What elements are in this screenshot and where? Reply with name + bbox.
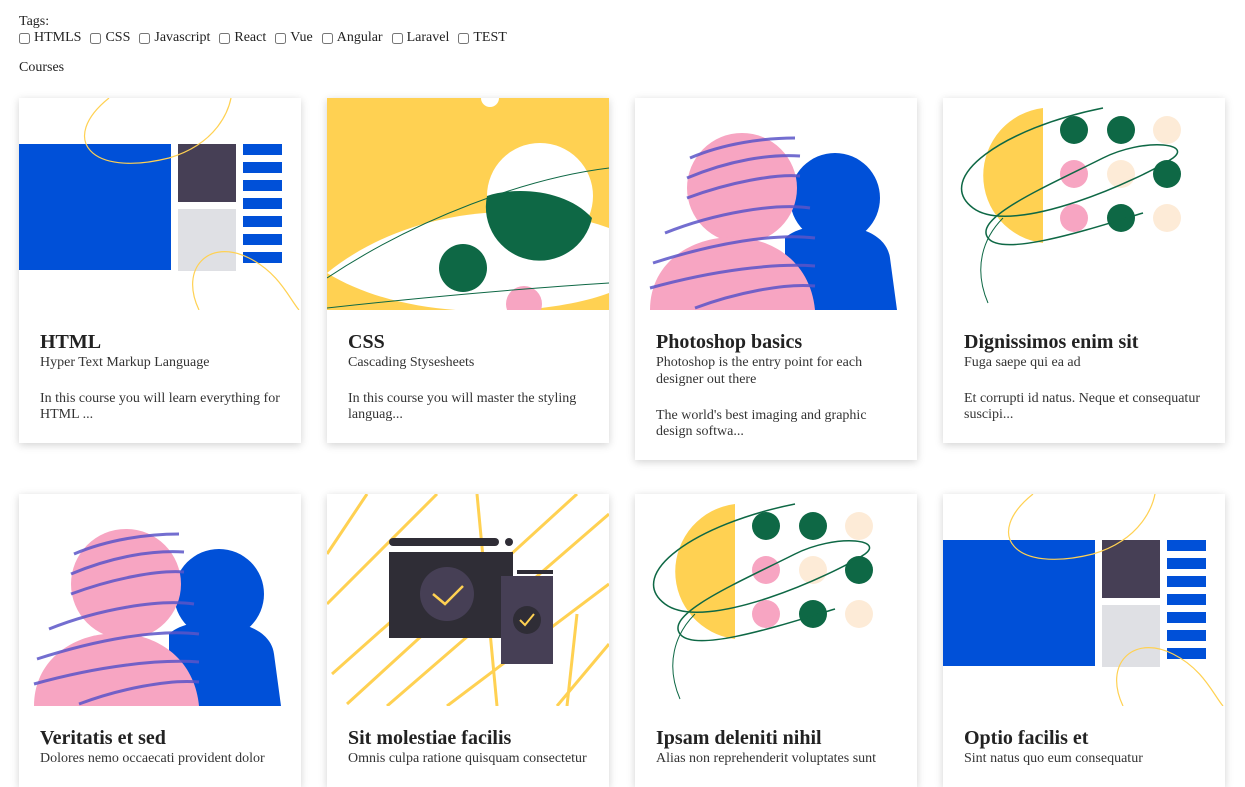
course-card[interactable]: CSS Cascading Stysesheets In this course… — [327, 98, 609, 443]
tag-angular[interactable]: Angular — [321, 30, 383, 46]
tag-vue[interactable]: Vue — [275, 30, 313, 46]
course-illustration-eye — [327, 98, 609, 310]
tag-label: Javascript — [154, 30, 211, 45]
tag-react-checkbox[interactable] — [219, 32, 231, 44]
course-card[interactable]: Sit molestiae facilis Omnis culpa ration… — [327, 494, 609, 787]
course-title: HTML — [40, 331, 102, 353]
course-subtitle: Fuga saepe qui ea ad — [964, 355, 1081, 370]
tag-react[interactable]: React — [219, 30, 266, 46]
course-card[interactable]: HTML Hyper Text Markup Language In this … — [19, 98, 301, 443]
course-description: In this course you will master the styli… — [348, 391, 577, 422]
tag-label: React — [234, 30, 267, 45]
course-illustration-dots — [943, 98, 1225, 310]
course-title: Veritatis et sed — [40, 727, 166, 749]
course-illustration-devices — [327, 494, 609, 706]
tag-test-checkbox[interactable] — [458, 32, 470, 44]
tag-filter-list: HTMLS CSS Javascript React Vue Angular L… — [19, 30, 516, 46]
tag-htmls-checkbox[interactable] — [19, 32, 30, 44]
course-subtitle: Dolores nemo occaecati provident dolor — [40, 751, 265, 766]
tag-label: Vue — [290, 30, 313, 45]
course-card[interactable]: Ipsam deleniti nihil Alias non reprehend… — [635, 494, 917, 787]
tag-test[interactable]: TEST — [458, 30, 507, 46]
course-subtitle: Alias non reprehenderit voluptates sunt — [656, 751, 877, 766]
course-illustration-people — [635, 98, 917, 310]
tag-angular-checkbox[interactable] — [321, 32, 333, 44]
tag-htmls[interactable]: HTMLS — [19, 30, 81, 46]
course-illustration-dots — [635, 494, 917, 706]
course-card[interactable]: Veritatis et sed Dolores nemo occaecati … — [19, 494, 301, 787]
course-illustration-blocks — [943, 494, 1225, 706]
tag-label: Angular — [336, 30, 383, 45]
course-title: Dignissimos enim sit — [964, 331, 1139, 353]
course-subtitle: Omnis culpa ratione quisquam consectetur — [348, 751, 587, 766]
course-title: Sit molestiae facilis — [348, 727, 512, 749]
course-title: Optio facilis et — [964, 727, 1089, 749]
tag-label: HTMLS — [34, 30, 82, 45]
tag-laravel[interactable]: Laravel — [391, 30, 450, 46]
course-subtitle: Sint natus quo eum consequatur — [964, 751, 1143, 766]
course-subtitle: Hyper Text Markup Language — [40, 355, 210, 370]
course-illustration-people — [19, 494, 301, 706]
tag-laravel-checkbox[interactable] — [391, 32, 403, 44]
course-description: The world's best imaging and graphic des… — [656, 408, 867, 439]
tag-vue-checkbox[interactable] — [275, 32, 287, 44]
tag-javascript[interactable]: Javascript — [139, 30, 210, 46]
course-title: Photoshop basics — [656, 331, 803, 353]
tag-label: CSS — [105, 30, 131, 45]
tag-label: Laravel — [406, 30, 450, 45]
course-title: CSS — [348, 331, 385, 353]
course-card[interactable]: Optio facilis et Sint natus quo eum cons… — [943, 494, 1225, 787]
courses-heading: Courses — [19, 60, 65, 75]
tags-label: Tags: — [19, 14, 50, 29]
course-card[interactable]: Dignissimos enim sit Fuga saepe qui ea a… — [943, 98, 1225, 443]
tag-css[interactable]: CSS — [90, 30, 130, 46]
tag-css-checkbox[interactable] — [90, 32, 102, 44]
course-card[interactable]: Photoshop basics Photoshop is the entry … — [635, 98, 917, 460]
course-description: In this course you will learn everything… — [40, 391, 280, 422]
course-title: Ipsam deleniti nihil — [656, 727, 822, 749]
course-description: Et corrupti id natus. Neque et consequat… — [964, 391, 1200, 422]
tag-javascript-checkbox[interactable] — [139, 32, 151, 44]
course-illustration-blocks — [19, 98, 301, 310]
course-subtitle: Photoshop is the entry point for each de… — [656, 355, 863, 387]
tag-label: TEST — [473, 30, 507, 45]
course-subtitle: Cascading Stysesheets — [348, 355, 475, 370]
